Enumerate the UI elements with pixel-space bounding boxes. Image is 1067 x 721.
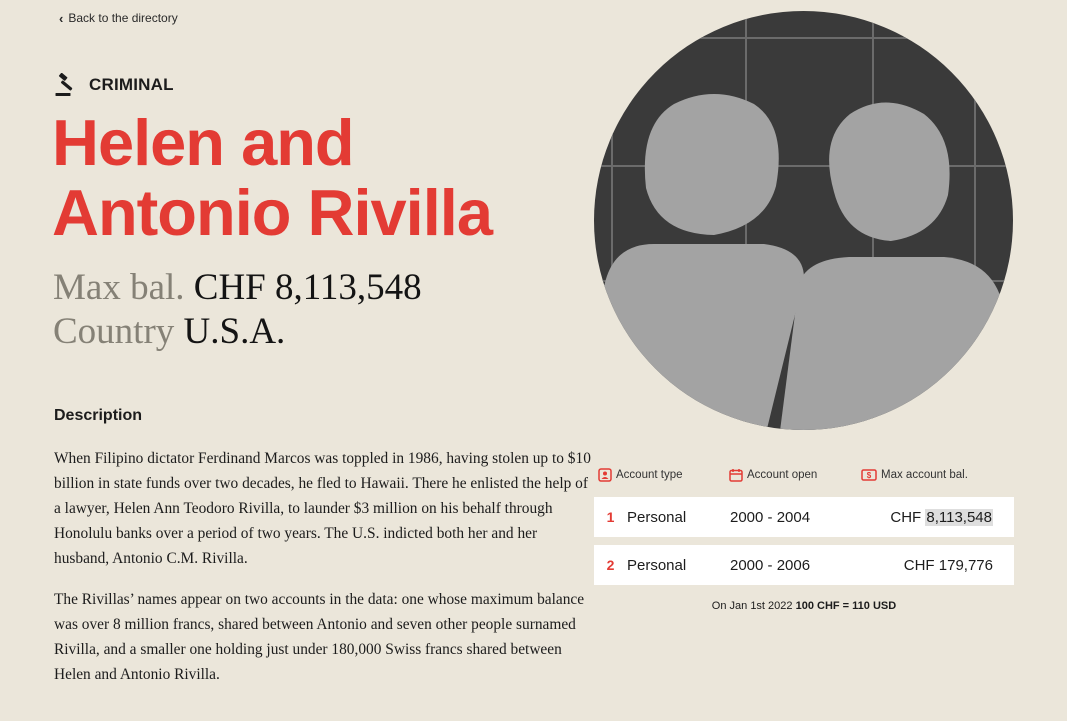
- chevron-left-icon: ‹: [59, 10, 64, 26]
- fx-prefix: On Jan 1st 2022: [711, 600, 793, 612]
- table-row: 2 Personal 2000 - 2006 CHF 179,776: [594, 545, 1014, 585]
- row-balance-value: 179,776: [938, 556, 993, 574]
- person-card-icon: [598, 468, 612, 482]
- row-number: 1: [606, 509, 615, 525]
- portrait-placeholder: [594, 11, 1013, 430]
- accounts-table: Account type Account open $ Max account …: [594, 462, 1014, 585]
- svg-text:$: $: [867, 471, 872, 480]
- row-max-balance: CHF 179,776: [862, 557, 1014, 574]
- description-heading: Description: [54, 407, 143, 424]
- max-balance-stat: Max bal. CHF 8,113,548: [53, 266, 422, 310]
- back-link-label: Back to the directory: [68, 11, 178, 25]
- col-max-balance-label: Max account bal.: [881, 469, 968, 481]
- col-account-open-label: Account open: [747, 469, 818, 481]
- description-paragraph-1: When Filipino dictator Ferdinand Marcos …: [54, 450, 591, 567]
- row-balance-value: 8,113,548: [925, 508, 993, 526]
- back-to-directory-link[interactable]: ‹ Back to the directory: [59, 11, 178, 25]
- profile-stats: Max bal. CHF 8,113,548 Country U.S.A.: [53, 266, 422, 354]
- country-stat: Country U.S.A.: [53, 310, 422, 354]
- row-account-type: Personal: [627, 556, 687, 574]
- row-currency: CHF: [890, 508, 922, 526]
- title-line-2: Antonio Rivilla: [52, 176, 493, 249]
- max-balance-label: Max bal.: [53, 267, 185, 308]
- max-balance-value: CHF 8,113,548: [193, 267, 422, 308]
- money-icon: $: [861, 469, 877, 481]
- row-number: 2: [606, 557, 615, 573]
- col-account-open: Account open: [729, 468, 861, 482]
- col-account-type: Account type: [594, 468, 729, 482]
- row-account-period: 2000 - 2006: [730, 556, 811, 574]
- row-account-period: 2000 - 2004: [730, 508, 811, 526]
- silhouette-right-body: [780, 257, 1013, 430]
- description-paragraph-2: The Rivillas’ names appear on two accoun…: [54, 591, 585, 683]
- calendar-icon: [729, 469, 743, 482]
- row-currency: CHF: [903, 556, 935, 574]
- fx-rate: 100 CHF = 110 USD: [795, 600, 897, 612]
- row-account-type: Personal: [627, 508, 687, 526]
- category-label: CRIMINAL: [89, 75, 174, 94]
- gavel-icon: [55, 73, 73, 96]
- page-title: Helen and Antonio Rivilla: [52, 108, 592, 248]
- category-tag: CRIMINAL: [54, 73, 174, 97]
- title-line-1: Helen and: [52, 106, 355, 179]
- row-max-balance: CHF 8,113,548: [862, 508, 1014, 526]
- accounts-table-header: Account type Account open $ Max account …: [594, 462, 1014, 488]
- exchange-rate-note: On Jan 1st 2022 100 CHF = 110 USD: [594, 600, 1014, 612]
- col-max-balance: $ Max account bal.: [861, 469, 1014, 481]
- table-row: 1 Personal 2000 - 2004 CHF 8,113,548: [594, 497, 1014, 537]
- country-value: U.S.A.: [183, 311, 286, 352]
- silhouette-left: [644, 94, 779, 235]
- col-account-type-label: Account type: [616, 469, 683, 481]
- country-label: Country: [53, 311, 175, 352]
- description-body: When Filipino dictator Ferdinand Marcos …: [54, 446, 594, 703]
- silhouette-left-body: [594, 244, 804, 430]
